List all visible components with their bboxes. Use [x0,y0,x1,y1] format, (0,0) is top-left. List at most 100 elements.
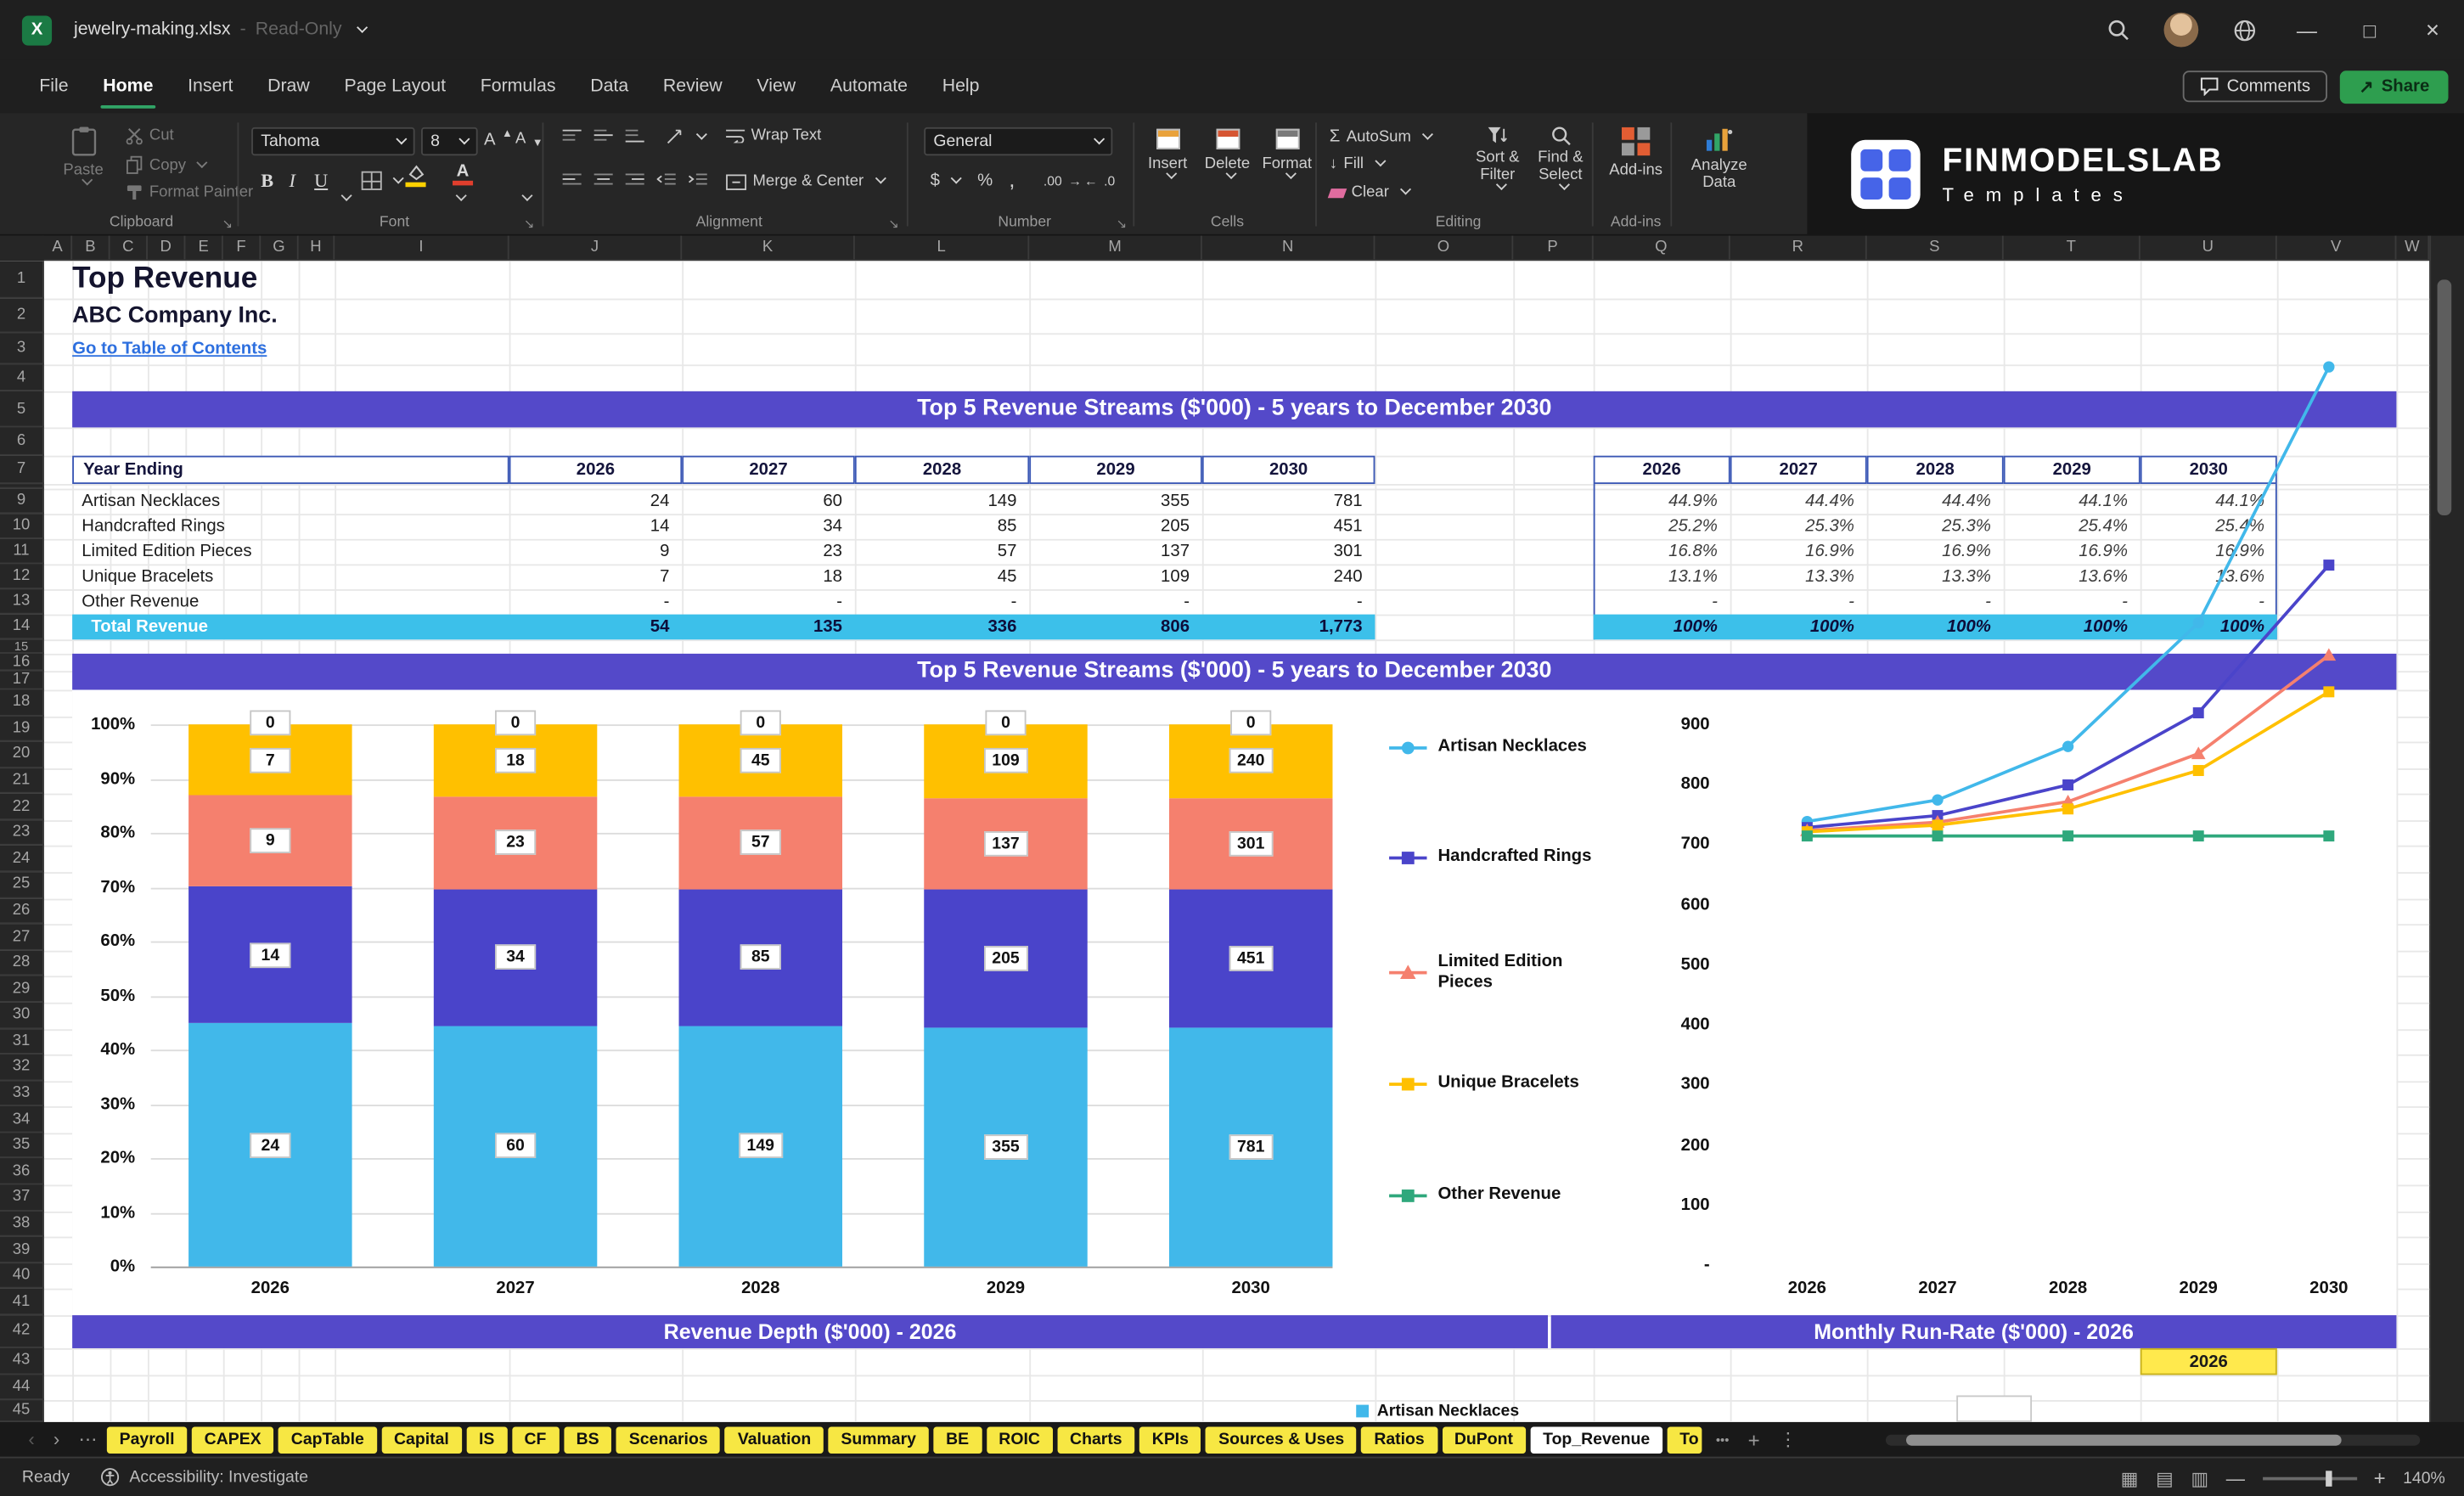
column-header-V[interactable]: V [2277,236,2397,262]
sheet-tab-ratios[interactable]: Ratios [1362,1426,1437,1453]
row-header-19[interactable]: 19 [0,716,44,742]
italic-button[interactable]: I [290,170,295,194]
search-button[interactable] [2087,0,2150,59]
copy-button[interactable]: Copy [126,155,206,174]
sheet-tab-cf[interactable]: CF [512,1426,560,1453]
revenue-value-cell[interactable]: 45 [855,564,1029,589]
revenue-value-cell[interactable]: - [682,589,855,615]
insert-cells-button[interactable]: Insert [1141,129,1195,181]
tab-list-icon[interactable]: ⋯ [69,1428,106,1450]
menu-insert[interactable]: Insert [171,59,250,113]
add-sheet-icon[interactable]: + [1739,1427,1769,1451]
row-header-15[interactable]: 15 [0,639,44,654]
web-button[interactable] [2213,0,2276,59]
row-header-4[interactable]: 4 [0,364,44,391]
revenue-value-cell[interactable]: - [509,589,683,615]
vertical-align-buttons[interactable] [563,129,644,143]
column-header-G[interactable]: G [261,236,298,262]
column-header-Q[interactable]: Q [1594,236,1730,262]
sheet-tab-charts[interactable]: Charts [1057,1426,1134,1453]
column-header-I[interactable]: I [335,236,509,262]
sheet-tab-capital[interactable]: Capital [381,1426,461,1453]
horizontal-align-buttons[interactable] [563,173,707,188]
row-header-13[interactable]: 13 [0,589,44,615]
menu-review[interactable]: Review [646,59,740,113]
row-header-44[interactable]: 44 [0,1375,44,1400]
zoom-level[interactable]: 140% [2403,1469,2445,1488]
revenue-value-cell[interactable]: 781 [1202,489,1375,515]
analyze-data-button[interactable]: Analyze Data [1681,127,1757,192]
tab-menu-icon[interactable]: ⋮ [1769,1428,1807,1450]
column-header-E[interactable]: E [185,236,222,262]
bold-button[interactable]: B [261,170,273,194]
row-header-33[interactable]: 33 [0,1081,44,1107]
delete-cells-button[interactable]: Delete [1201,129,1254,181]
column-header-F[interactable]: F [223,236,261,262]
avatar[interactable] [2164,13,2199,48]
column-header-T[interactable]: T [2004,236,2141,262]
zoom-slider[interactable] [2262,1476,2356,1480]
page-layout-view-icon[interactable]: ▤ [2156,1467,2174,1489]
sheet-tab-sources-uses[interactable]: Sources & Uses [1206,1426,1357,1453]
font-name-select[interactable]: Tahoma [251,127,414,155]
addins-button[interactable]: Add-ins [1603,127,1669,179]
cut-button[interactable]: Cut [126,127,174,144]
line-series-unique-bracelets[interactable] [1802,686,2334,837]
font-size-select[interactable]: 8 [421,127,478,155]
clipboard-dialog-launcher[interactable]: ↘ [222,217,233,231]
sheet-tab-be[interactable]: BE [933,1426,982,1453]
row-header-31[interactable]: 31 [0,1028,44,1055]
vertical-scrollbar[interactable] [2429,236,2464,1422]
legend-entry-unique-bracelets[interactable]: Unique Bracelets [1389,1073,1620,1094]
row-header-3[interactable]: 3 [0,333,44,364]
row-header-34[interactable]: 34 [0,1107,44,1133]
row-header-16[interactable]: 16 [0,654,44,671]
row-header-40[interactable]: 40 [0,1263,44,1290]
row-header-14[interactable]: 14 [0,615,44,640]
menu-data[interactable]: Data [573,59,646,113]
row-header-36[interactable]: 36 [0,1159,44,1185]
row-header-22[interactable]: 22 [0,794,44,820]
revenue-value-cell[interactable]: - [855,589,1029,615]
row-header-24[interactable]: 24 [0,846,44,873]
sheet-tab-payroll[interactable]: Payroll [107,1426,187,1453]
revenue-value-cell[interactable]: 137 [1029,539,1202,565]
zoom-out-button[interactable]: — [2226,1467,2245,1489]
menu-automate[interactable]: Automate [813,59,925,113]
page-break-view-icon[interactable]: ▥ [2191,1467,2208,1489]
revenue-value-cell[interactable]: 23 [682,539,855,565]
vertical-scrollbar-thumb[interactable] [2438,279,2452,515]
share-button[interactable]: ↗ Share [2340,70,2448,103]
wrap-text-button[interactable]: Wrap Text [726,127,821,144]
font-dialog-launcher[interactable]: ↘ [524,217,534,231]
maximize-button[interactable]: □ [2338,0,2401,59]
column-header-B[interactable]: B [72,236,110,262]
normal-view-icon[interactable]: ▦ [2121,1467,2139,1489]
tab-more-icon[interactable]: ••• [1707,1432,1739,1447]
close-button[interactable]: × [2401,0,2464,59]
row-header-9[interactable]: 9 [0,489,44,515]
sheet-tab-roic[interactable]: ROIC [987,1426,1053,1453]
legend-entry-handcrafted-rings[interactable]: Handcrafted Rings [1389,847,1620,868]
orientation-button[interactable] [667,129,706,145]
find-select-button[interactable]: Find & Select [1531,126,1590,192]
sort-filter-button[interactable]: Sort & Filter [1468,126,1527,192]
menu-file[interactable]: File [22,59,86,113]
column-header-D[interactable]: D [148,236,185,262]
row-header-10[interactable]: 10 [0,514,44,539]
revenue-value-cell[interactable]: 109 [1029,564,1202,589]
revenue-value-cell[interactable]: 7 [509,564,683,589]
format-painter-button[interactable]: Format Painter [126,184,253,201]
row-header-2[interactable]: 2 [0,299,44,334]
menu-view[interactable]: View [740,59,813,113]
revenue-value-cell[interactable]: 57 [855,539,1029,565]
row-header-39[interactable]: 39 [0,1237,44,1263]
zoom-slider-handle[interactable] [2326,1470,2332,1486]
revenue-value-cell[interactable]: 18 [682,564,855,589]
comma-style-button[interactable]: , [1009,166,1015,192]
row-header-37[interactable]: 37 [0,1185,44,1212]
row-header-26[interactable]: 26 [0,898,44,925]
row-header-30[interactable]: 30 [0,1003,44,1029]
sheet-tab-captable[interactable]: CapTable [278,1426,377,1453]
sheet-tab-capex[interactable]: CAPEX [192,1426,274,1453]
